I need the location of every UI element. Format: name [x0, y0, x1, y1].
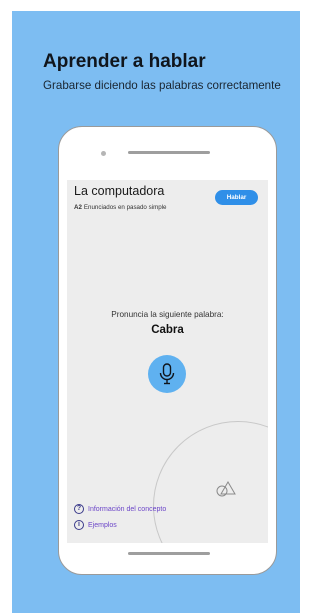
- concept-info-label: Información del concepto: [88, 505, 167, 513]
- phone-screen: La computadora A2 Enunciados en pasado si…: [67, 180, 268, 543]
- info-circle-icon: i: [74, 520, 84, 530]
- lesson-subtitle: A2 Enunciados en pasado simple: [74, 204, 166, 211]
- lesson-title: La computadora: [74, 184, 165, 198]
- phone-frame: La computadora A2 Enunciados en pasado si…: [58, 126, 277, 575]
- shapes-icon: [216, 481, 236, 497]
- exercise-prompt: Pronuncia la siguiente palabra:: [111, 310, 224, 319]
- record-button[interactable]: [148, 355, 186, 393]
- home-indicator: [128, 552, 210, 555]
- concept-info-link[interactable]: ? Información del concepto: [74, 504, 166, 514]
- lesson-topic: Enunciados en pasado simple: [83, 204, 167, 211]
- question-circle-icon: ?: [74, 504, 84, 514]
- target-word: Cabra: [151, 324, 184, 336]
- examples-link[interactable]: i Ejemplos: [74, 520, 117, 530]
- microphone-icon: [159, 363, 175, 385]
- speak-button[interactable]: Hablar: [215, 190, 258, 205]
- promo-title: Aprender a hablar: [43, 51, 206, 72]
- promo-subtitle: Grabarse diciendo las palabras correctam…: [43, 79, 281, 92]
- earpiece-speaker: [128, 151, 210, 154]
- examples-label: Ejemplos: [88, 521, 117, 529]
- front-camera: [101, 151, 106, 156]
- promo-background: Aprender a hablar Grabarse diciendo las …: [12, 11, 300, 613]
- decorative-circle: [153, 421, 268, 543]
- level-badge: A2: [74, 204, 82, 211]
